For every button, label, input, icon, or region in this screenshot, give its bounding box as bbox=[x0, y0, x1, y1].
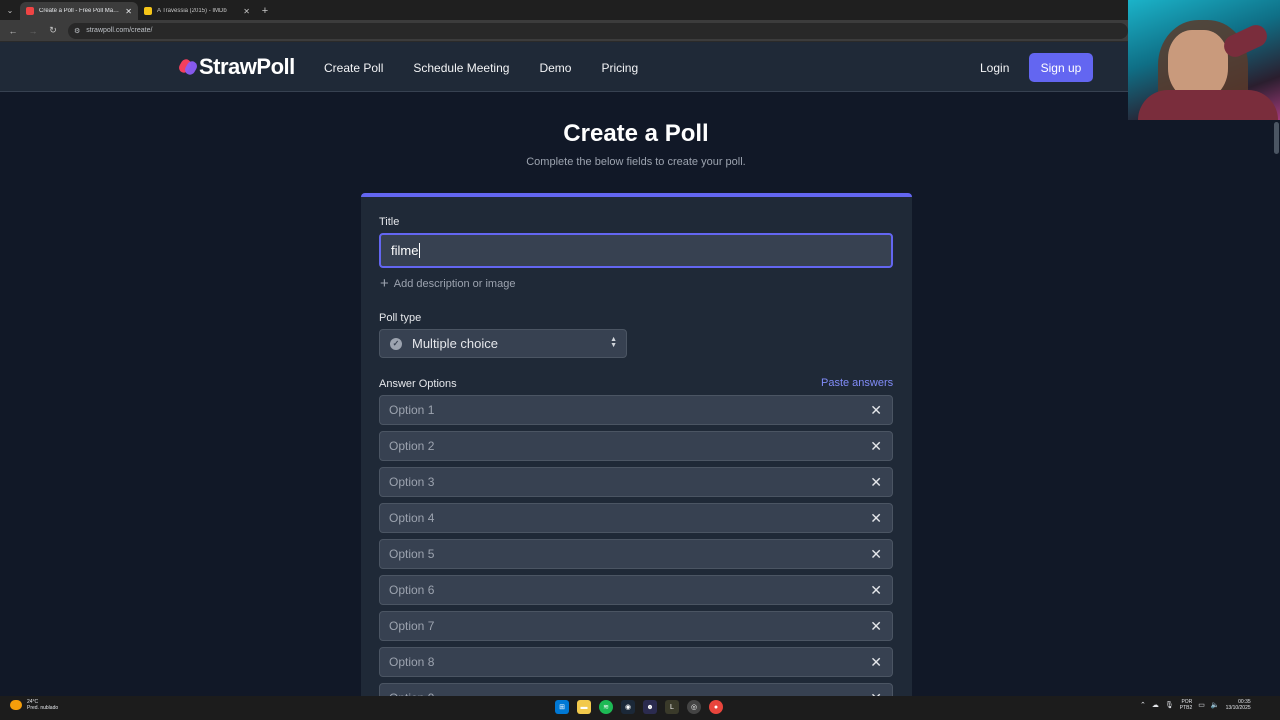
clock[interactable]: 00:35 13/10/2025 bbox=[1226, 699, 1251, 711]
option-placeholder: Option 3 bbox=[389, 475, 435, 489]
tab-title: A Travessia (2015) - IMDb bbox=[157, 8, 227, 14]
nav-demo[interactable]: Demo bbox=[539, 61, 571, 75]
site-info-icon[interactable]: ⚙ bbox=[74, 27, 80, 35]
check-circle-icon: ✓ bbox=[390, 337, 402, 350]
answer-options-label: Answer Options bbox=[379, 378, 457, 390]
option-placeholder: Option 4 bbox=[389, 511, 435, 525]
nav-pricing[interactable]: Pricing bbox=[601, 61, 638, 75]
system-tray: ⌃ ☁ 🎙 POR PTB2 ▭ 🔈 00:35 13/10/2025 bbox=[1140, 699, 1251, 711]
remove-option-close-icon[interactable]: ✕ bbox=[870, 654, 882, 670]
remove-option-close-icon[interactable]: ✕ bbox=[870, 510, 882, 526]
option-input[interactable]: Option 6 ✕ bbox=[379, 575, 893, 605]
login-link[interactable]: Login bbox=[980, 61, 1009, 75]
address-bar[interactable]: ⚙ strawpoll.com/create/ bbox=[68, 22, 1128, 39]
strawpoll-logo[interactable]: StrawPoll bbox=[177, 54, 295, 80]
page-scrollbar[interactable] bbox=[1273, 120, 1280, 696]
network-icon[interactable]: ▭ bbox=[1198, 701, 1205, 709]
option-input[interactable]: Option 2 ✕ bbox=[379, 431, 893, 461]
mic-icon[interactable]: 🎙 bbox=[1165, 701, 1174, 709]
option-input[interactable]: Option 1 ✕ bbox=[379, 395, 893, 425]
remove-option-close-icon[interactable]: ✕ bbox=[870, 438, 882, 454]
paste-answers-link[interactable]: Paste answers bbox=[821, 377, 893, 389]
spotify-icon[interactable]: ≋ bbox=[599, 700, 613, 714]
remove-option-close-icon[interactable]: ✕ bbox=[870, 474, 882, 490]
title-input-value: filme bbox=[391, 243, 419, 258]
reload-icon[interactable]: ↻ bbox=[44, 22, 62, 40]
option-placeholder: Option 8 bbox=[389, 655, 435, 669]
text-cursor bbox=[419, 243, 421, 258]
browser-tab-active[interactable]: Create a Poll - Free Poll Maker ✕ bbox=[20, 2, 138, 20]
webcam-overlay bbox=[1128, 0, 1280, 120]
chevron-up-icon[interactable]: ⌃ bbox=[1140, 701, 1146, 709]
option-input[interactable]: Option 5 ✕ bbox=[379, 539, 893, 569]
logo-text: StrawPoll bbox=[199, 54, 295, 79]
strawpoll-logo-mark-icon bbox=[177, 57, 199, 77]
windows-taskbar: 24°C Pred. nublado ⊞ ▬ ≋ ◉ ☻ L ◎ ● ⌃ ☁ 🎙… bbox=[0, 696, 1280, 720]
add-description-button[interactable]: + Add description or image bbox=[380, 275, 516, 292]
remove-option-close-icon[interactable]: ✕ bbox=[870, 546, 882, 562]
back-arrow-icon[interactable]: ← bbox=[4, 22, 22, 40]
poll-type-value: Multiple choice bbox=[412, 336, 498, 351]
weather-cloud-icon bbox=[10, 700, 22, 710]
keyboard-layout[interactable]: PTB2 bbox=[1180, 705, 1193, 711]
new-tab-plus-icon[interactable]: + bbox=[256, 2, 274, 20]
main-nav: Create Poll Schedule Meeting Demo Pricin… bbox=[324, 61, 638, 75]
clock-date: 13/10/2025 bbox=[1225, 705, 1251, 711]
weather-desc: Pred. nublado bbox=[27, 705, 59, 711]
strawpoll-favicon-icon bbox=[26, 7, 34, 15]
option-input[interactable]: Option 7 ✕ bbox=[379, 611, 893, 641]
option-placeholder: Option 1 bbox=[389, 403, 435, 417]
steam-icon[interactable]: ◉ bbox=[621, 700, 635, 714]
browser-tab-strip: ⌄ Create a Poll - Free Poll Maker ✕ A Tr… bbox=[0, 0, 1280, 20]
nav-create-poll[interactable]: Create Poll bbox=[324, 61, 383, 75]
browser-tab-imdb[interactable]: A Travessia (2015) - IMDb ✕ bbox=[138, 2, 256, 20]
remove-option-close-icon[interactable]: ✕ bbox=[870, 402, 882, 418]
file-explorer-icon[interactable]: ▬ bbox=[577, 700, 591, 714]
option-placeholder: Option 6 bbox=[389, 583, 435, 597]
plus-icon: + bbox=[380, 275, 389, 292]
tab-title: Create a Poll - Free Poll Maker bbox=[39, 8, 121, 14]
option-input[interactable]: Option 8 ✕ bbox=[379, 647, 893, 677]
signup-button[interactable]: Sign up bbox=[1029, 53, 1093, 82]
page-title: Create a Poll bbox=[563, 120, 709, 147]
nav-schedule-meeting[interactable]: Schedule Meeting bbox=[413, 61, 509, 75]
tab-close-icon[interactable]: ✕ bbox=[243, 7, 250, 16]
poll-type-select[interactable]: ✓ Multiple choice ▲ ▼ bbox=[379, 329, 627, 358]
page-subtitle: Complete the below fields to create your… bbox=[526, 156, 746, 168]
remove-option-close-icon[interactable]: ✕ bbox=[870, 618, 882, 634]
add-description-label: Add description or image bbox=[393, 278, 516, 290]
chrome-icon[interactable]: ● bbox=[709, 700, 723, 714]
poll-type-label: Poll type bbox=[379, 312, 422, 324]
cloud-icon[interactable]: ☁ bbox=[1152, 701, 1159, 709]
option-placeholder: Option 7 bbox=[389, 619, 435, 633]
option-placeholder: Option 5 bbox=[389, 547, 435, 561]
site-header: StrawPoll Create Poll Schedule Meeting D… bbox=[0, 42, 1280, 92]
weather-widget[interactable]: 24°C Pred. nublado bbox=[10, 699, 58, 711]
tab-search-chevron-icon[interactable]: ⌄ bbox=[0, 0, 20, 20]
selector-arrows-icon: ▲ ▼ bbox=[610, 336, 617, 349]
imdb-favicon-icon bbox=[144, 7, 152, 15]
discord-icon[interactable]: ☻ bbox=[643, 700, 657, 714]
option-placeholder: Option 2 bbox=[389, 439, 435, 453]
title-input[interactable]: filme bbox=[379, 233, 893, 268]
option-input[interactable]: Option 3 ✕ bbox=[379, 467, 893, 497]
url-text: strawpoll.com/create/ bbox=[86, 27, 153, 34]
option-input[interactable]: Option 4 ✕ bbox=[379, 503, 893, 533]
scrollbar-thumb[interactable] bbox=[1274, 122, 1279, 154]
obs-icon[interactable]: ◎ bbox=[687, 700, 701, 714]
browser-toolbar: ← → ↻ ⚙ strawpoll.com/create/ bbox=[0, 20, 1280, 42]
league-client-icon[interactable]: L bbox=[665, 700, 679, 714]
title-label: Title bbox=[379, 216, 400, 228]
volume-icon[interactable]: 🔈 bbox=[1211, 701, 1220, 709]
remove-option-close-icon[interactable]: ✕ bbox=[870, 582, 882, 598]
taskbar-apps: ⊞ ▬ ≋ ◉ ☻ L ◎ ● bbox=[555, 700, 723, 714]
windows-start-icon[interactable]: ⊞ bbox=[555, 700, 569, 714]
forward-arrow-icon[interactable]: → bbox=[24, 22, 42, 40]
tab-close-icon[interactable]: ✕ bbox=[125, 7, 132, 16]
